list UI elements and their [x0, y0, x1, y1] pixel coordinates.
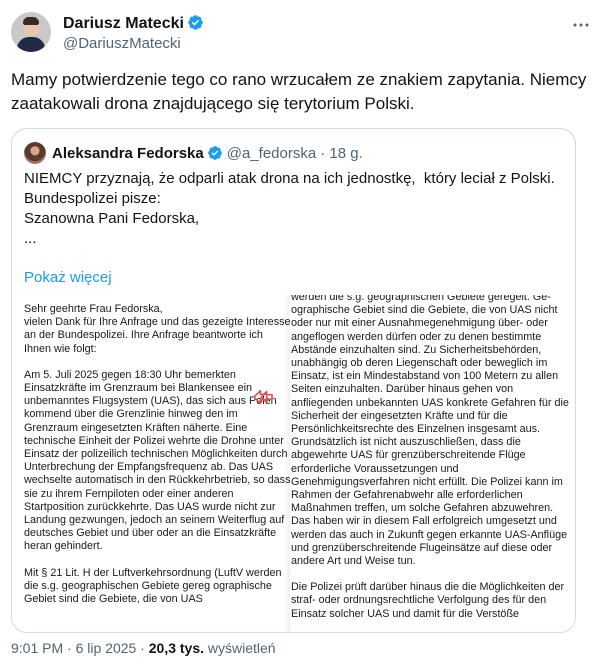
views-label: wyświetleń — [207, 640, 276, 656]
document-paragraph: werden die s.g. geographischen Gebiete g… — [291, 295, 569, 568]
quoted-tweet-text: NIEMCY przyznają, że odparli atak drona … — [24, 169, 569, 249]
quoted-tweet-header: Aleksandra Fedorska @a_fedorska · 18 g. — [24, 141, 363, 165]
quoted-line: ... — [24, 230, 37, 247]
author-handle[interactable]: @DariuszMatecki — [63, 35, 181, 52]
quoted-author-name[interactable]: Aleksandra Fedorska — [52, 145, 204, 162]
quoted-tweet[interactable]: Aleksandra Fedorska @a_fedorska · 18 g. … — [11, 128, 576, 633]
tweet-header: Dariusz Matecki @DariuszMatecki — [11, 12, 594, 56]
author-name-text[interactable]: Dariusz Matecki — [63, 15, 184, 32]
quoted-timestamp[interactable]: · 18 g. — [320, 145, 363, 162]
red-arrows-icon — [253, 389, 273, 405]
avatar[interactable] — [11, 12, 51, 52]
document-left-column: Sehr geehrte Frau Fedorska, vielen Dank … — [24, 303, 292, 619]
verified-badge-icon — [207, 146, 222, 160]
avatar-hair — [23, 17, 39, 25]
verified-badge-icon — [188, 15, 203, 30]
tweet-timestamp[interactable]: 9:01 PM · 6 lip 2025 · — [11, 640, 145, 656]
quoted-avatar[interactable] — [24, 142, 46, 164]
more-dots-icon[interactable] — [568, 12, 594, 38]
tweet-footer: 9:01 PM · 6 lip 2025 · 20,3 tys. wyświet… — [11, 640, 276, 656]
quoted-line: Bundespolizei pisze: — [24, 190, 161, 207]
quoted-line: NIEMCY przyznają, że odparli atak drona … — [24, 170, 555, 187]
show-more-link[interactable]: Pokaż więcej — [24, 269, 112, 286]
document-image[interactable]: Sehr geehrte Frau Fedorska, vielen Dank … — [12, 295, 575, 632]
views-count: 20,3 tys. — [148, 640, 205, 656]
document-paragraph: Mit § 21 Lit. H der Luftverkehrsordnung … — [24, 566, 282, 606]
quoted-line: Szanowna Pani Fedorska, — [24, 210, 200, 227]
document-right-column: werden die s.g. geographischen Gebiete g… — [291, 295, 571, 632]
quoted-author-handle[interactable]: @a_fedorska — [227, 145, 316, 162]
document-paragraph: Sehr geehrte Frau Fedorska, vielen Dank … — [24, 303, 291, 355]
page-fold — [284, 295, 290, 632]
author-name[interactable]: Dariusz Matecki — [63, 14, 204, 33]
document-paragraph: Die Polizei prüft darüber hinaus die die… — [291, 581, 565, 620]
tweet-text: Mamy potwierdzenie tego co rano wrzucałe… — [11, 70, 587, 113]
avatar-suit — [17, 37, 45, 52]
